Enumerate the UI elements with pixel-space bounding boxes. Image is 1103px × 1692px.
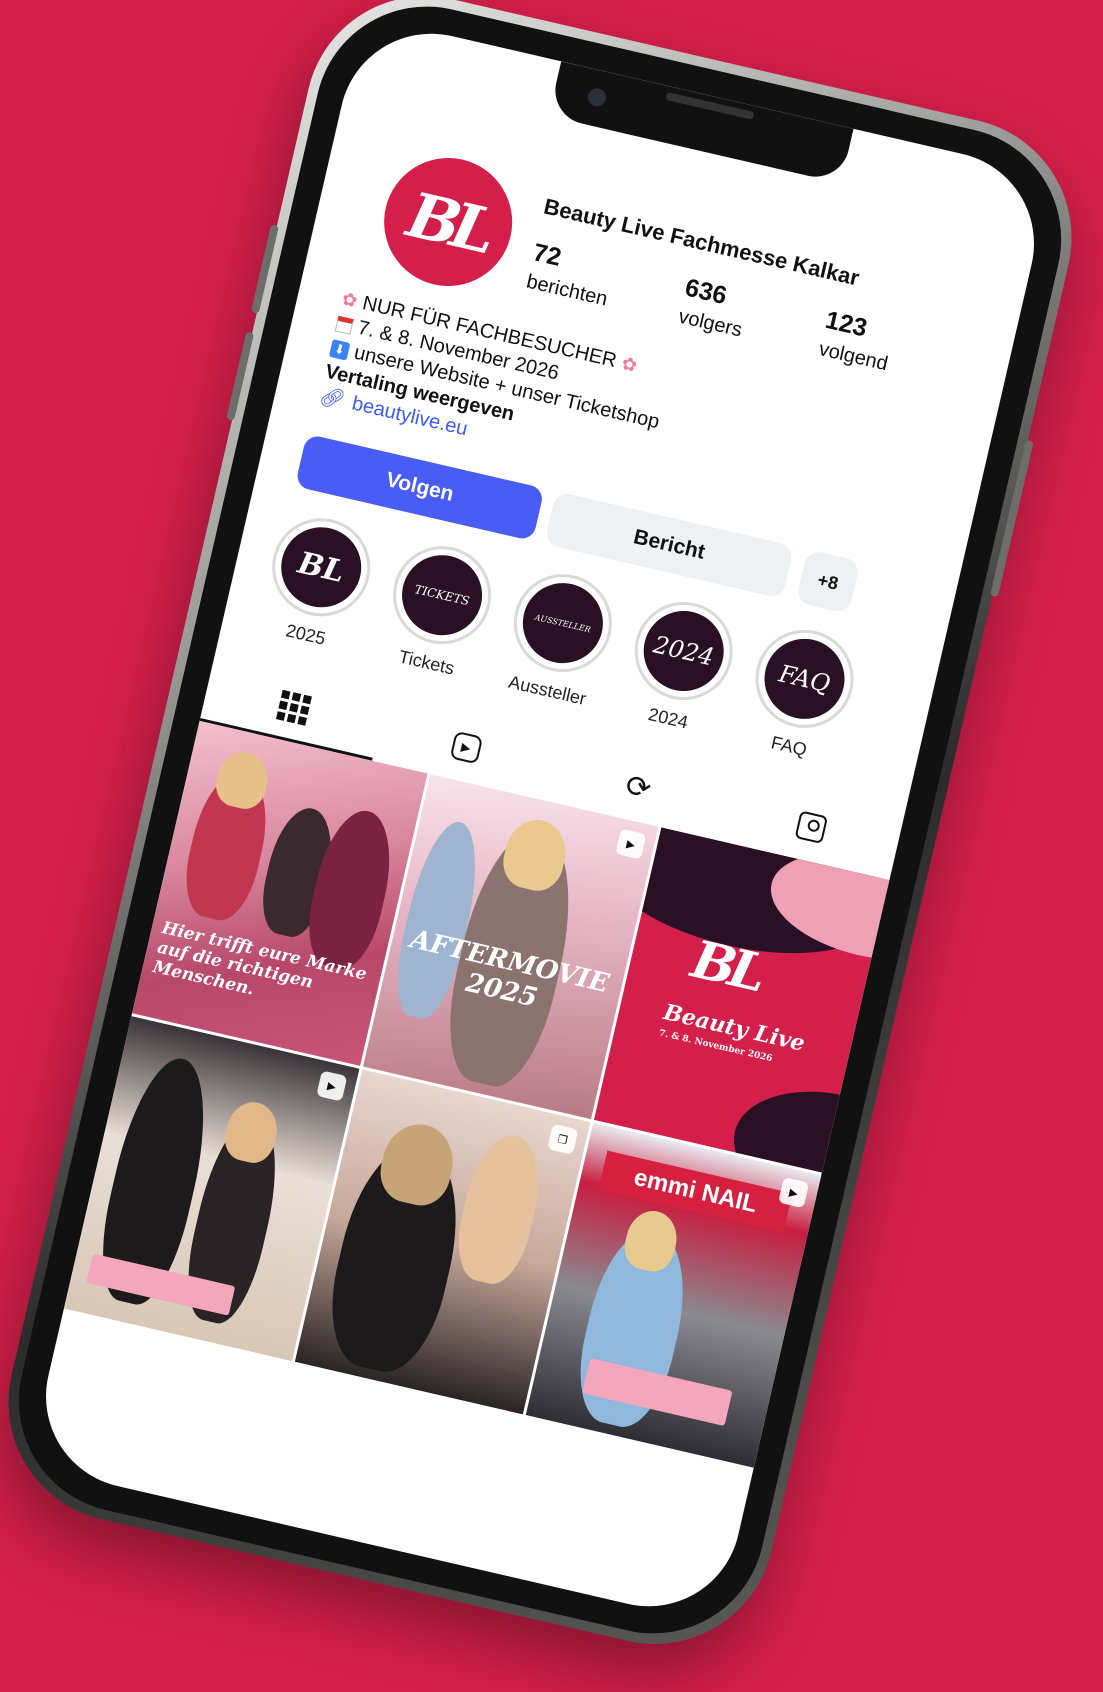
stat-following[interactable]: 123 volgend [816,306,897,376]
repost-icon: ⟳ [622,768,655,807]
carousel-badge-icon: ❐ [547,1123,579,1155]
reels-icon: ▶ [449,730,483,765]
camera-icon [586,86,608,109]
profile-page: BL Beauty Live Fachmesse Kalkar 72 beric… [28,15,1053,1624]
highlight-2025[interactable]: BL 2025 [255,508,381,656]
highlight-label: Aussteller [506,671,589,709]
highlight-faq[interactable]: FAQ FAQ [738,620,864,768]
highlight-cover: 2024 [635,603,732,699]
link-icon: 🔗︎ [317,384,348,413]
reel-badge-icon: ▶ [778,1177,810,1209]
flower-icon: ✿ [340,288,360,312]
phone-frame: BL Beauty Live Fachmesse Kalkar 72 beric… [0,0,1096,1668]
highlight-aussteller[interactable]: AUSSTELLER Aussteller [496,564,622,712]
highlight-cover: TICKETS [394,547,491,644]
add-person-button[interactable]: +8 [795,549,861,615]
highlight-cover: AUSSTELLER [514,575,611,672]
down-arrow-icon: ⬇ [328,338,351,361]
grid-icon [275,689,312,726]
stat-followers[interactable]: 636 volgers [676,273,751,342]
highlight-label: 2025 [283,620,328,649]
flower-icon: ✿ [619,353,640,376]
highlight-cover: FAQ [756,630,853,727]
reel-badge-icon: ▶ [615,828,647,860]
highlight-label: FAQ [769,732,809,760]
brand-sign: emmi NAIL [598,1150,793,1233]
phone-screen: BL Beauty Live Fachmesse Kalkar 72 beric… [27,15,1053,1625]
phone-bezel: BL Beauty Live Fachmesse Kalkar 72 beric… [0,0,1084,1656]
calendar-icon [334,315,354,335]
highlight-label: Tickets [396,646,457,679]
highlight-cover: BL [273,519,370,616]
avatar[interactable]: BL [371,145,525,299]
speaker [665,91,755,120]
stat-posts[interactable]: 72 berichten [524,238,617,311]
highlight-2024[interactable]: 2024 2024 [617,592,743,740]
add-person-icon: +8 [815,569,841,594]
avatar-monogram: BL [400,177,496,267]
tagged-icon [794,810,828,844]
highlight-label: 2024 [646,703,690,733]
highlight-tickets[interactable]: TICKETS Tickets [375,536,501,684]
reel-badge-icon: ▶ [316,1070,348,1102]
